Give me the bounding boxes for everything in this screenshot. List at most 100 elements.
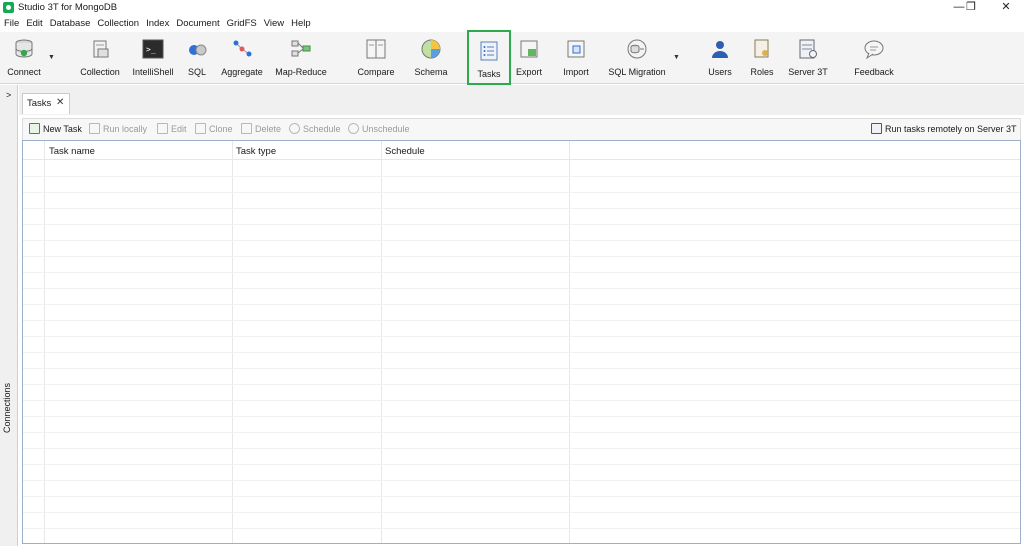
table-header: Task name Task type Schedule [23, 141, 1020, 160]
edit-label: Edit [171, 124, 187, 134]
expand-chevron-icon[interactable]: > [6, 90, 11, 100]
roles-icon [754, 39, 769, 58]
map-reduce-button[interactable]: Map-Reduce [271, 32, 331, 84]
sql-button[interactable]: SQL [182, 32, 212, 84]
feedback-button[interactable]: Feedback [850, 32, 898, 84]
intellishell-button[interactable]: >_ IntelliShell [130, 32, 176, 84]
chevron-down-icon: ▼ [673, 54, 680, 61]
window-title: Studio 3T for MongoDB [18, 2, 118, 13]
clone-label: Clone [209, 124, 233, 134]
row-gridline [23, 224, 1020, 225]
tasks-button[interactable]: Tasks [467, 30, 511, 85]
compare-button[interactable]: Compare [354, 32, 398, 84]
column-divider [232, 141, 233, 543]
schedule-button[interactable]: Schedule [289, 123, 341, 137]
export-button[interactable]: Export [512, 32, 546, 84]
schedule-label: Schedule [303, 124, 341, 134]
run-remote-label: Run tasks remotely on Server 3T [885, 124, 1017, 134]
schema-button[interactable]: Schema [410, 32, 452, 84]
clone-icon [195, 123, 206, 134]
roles-button[interactable]: Roles [746, 32, 778, 84]
row-gridline [23, 496, 1020, 497]
aggregate-button[interactable]: Aggregate [219, 32, 265, 84]
users-button[interactable]: Users [704, 32, 736, 84]
svg-text:>_: >_ [146, 45, 156, 54]
column-header-schedule[interactable]: Schedule [385, 146, 425, 157]
sql-migration-dropdown[interactable]: ▼ [670, 32, 682, 84]
tasks-list-icon [480, 41, 498, 61]
connections-sidebar[interactable]: > Connections [0, 85, 18, 546]
tab-tasks-label: Tasks [27, 98, 52, 109]
chevron-down-icon: ▼ [48, 54, 55, 61]
row-gridline [23, 208, 1020, 209]
schema-pie-icon [421, 39, 441, 59]
delete-icon [241, 123, 252, 134]
row-gridline [23, 368, 1020, 369]
edit-button[interactable]: Edit [157, 123, 187, 137]
row-gridline [23, 480, 1020, 481]
import-button[interactable]: Import [558, 32, 594, 84]
menu-document[interactable]: Document [176, 17, 219, 31]
unschedule-button[interactable]: Unschedule [348, 123, 410, 137]
tasks-table[interactable]: Task name Task type Schedule [22, 140, 1021, 544]
menu-index[interactable]: Index [146, 17, 169, 31]
run-locally-button[interactable]: Run locally [89, 123, 147, 137]
row-gridline [23, 400, 1020, 401]
intellishell-label: IntelliShell [132, 67, 174, 77]
row-gridline [23, 192, 1020, 193]
tab-tasks[interactable]: Tasks ✕ [22, 93, 70, 114]
menu-bar: File Edit Database Collection Index Docu… [0, 17, 1024, 31]
column-header-task-type[interactable]: Task type [236, 146, 276, 157]
menu-gridfs[interactable]: GridFS [227, 17, 257, 31]
row-gridline [23, 336, 1020, 337]
restore-button[interactable]: ❐ [956, 0, 986, 16]
tasks-action-bar: New Task Run locally Edit Clone Delete S… [22, 118, 1021, 140]
connect-button[interactable]: Connect [2, 32, 46, 84]
clone-button[interactable]: Clone [195, 123, 233, 137]
aggregate-label: Aggregate [221, 67, 263, 77]
sql-migration-button[interactable]: SQL Migration [606, 32, 668, 84]
menu-database[interactable]: Database [50, 17, 91, 31]
connect-dropdown[interactable]: ▼ [46, 32, 56, 84]
collection-icon [93, 40, 109, 58]
menu-collection[interactable]: Collection [97, 17, 139, 31]
tab-strip: Tasks ✕ [19, 85, 1024, 115]
row-gridline [23, 176, 1020, 177]
collection-button[interactable]: Collection [78, 32, 122, 84]
column-divider [569, 141, 570, 543]
unschedule-label: Unschedule [362, 124, 410, 134]
run-remote-button[interactable]: Run tasks remotely on Server 3T [871, 123, 1017, 137]
close-button[interactable]: ✕ [991, 0, 1021, 16]
connections-label[interactable]: Connections [2, 383, 12, 433]
map-reduce-label: Map-Reduce [275, 67, 327, 77]
menu-edit[interactable]: Edit [26, 17, 42, 31]
delete-button[interactable]: Delete [241, 123, 281, 137]
row-gridline [23, 448, 1020, 449]
tasks-label: Tasks [477, 69, 501, 79]
aggregate-icon [233, 40, 252, 57]
schema-label: Schema [414, 67, 448, 77]
server3t-button[interactable]: Server 3T [786, 32, 830, 84]
users-icon [712, 41, 728, 58]
unschedule-clock-icon [348, 123, 359, 134]
close-icon[interactable]: ✕ [56, 97, 64, 108]
menu-view[interactable]: View [264, 17, 284, 31]
users-label: Users [708, 67, 732, 77]
row-gridline [23, 272, 1020, 273]
terminal-icon: >_ [142, 39, 164, 59]
import-label: Import [563, 67, 589, 77]
server-icon [871, 123, 882, 134]
row-gridline [23, 384, 1020, 385]
menu-file[interactable]: File [4, 17, 19, 31]
row-gridline [23, 320, 1020, 321]
new-task-label: New Task [43, 124, 82, 134]
row-gridline [23, 256, 1020, 257]
column-divider [381, 141, 382, 543]
map-reduce-icon [291, 40, 311, 57]
server3t-label: Server 3T [788, 67, 828, 77]
column-header-task-name[interactable]: Task name [49, 146, 95, 157]
menu-help[interactable]: Help [291, 17, 311, 31]
row-gridline [23, 304, 1020, 305]
new-task-button[interactable]: New Task [29, 123, 82, 137]
server-icon [799, 39, 817, 59]
